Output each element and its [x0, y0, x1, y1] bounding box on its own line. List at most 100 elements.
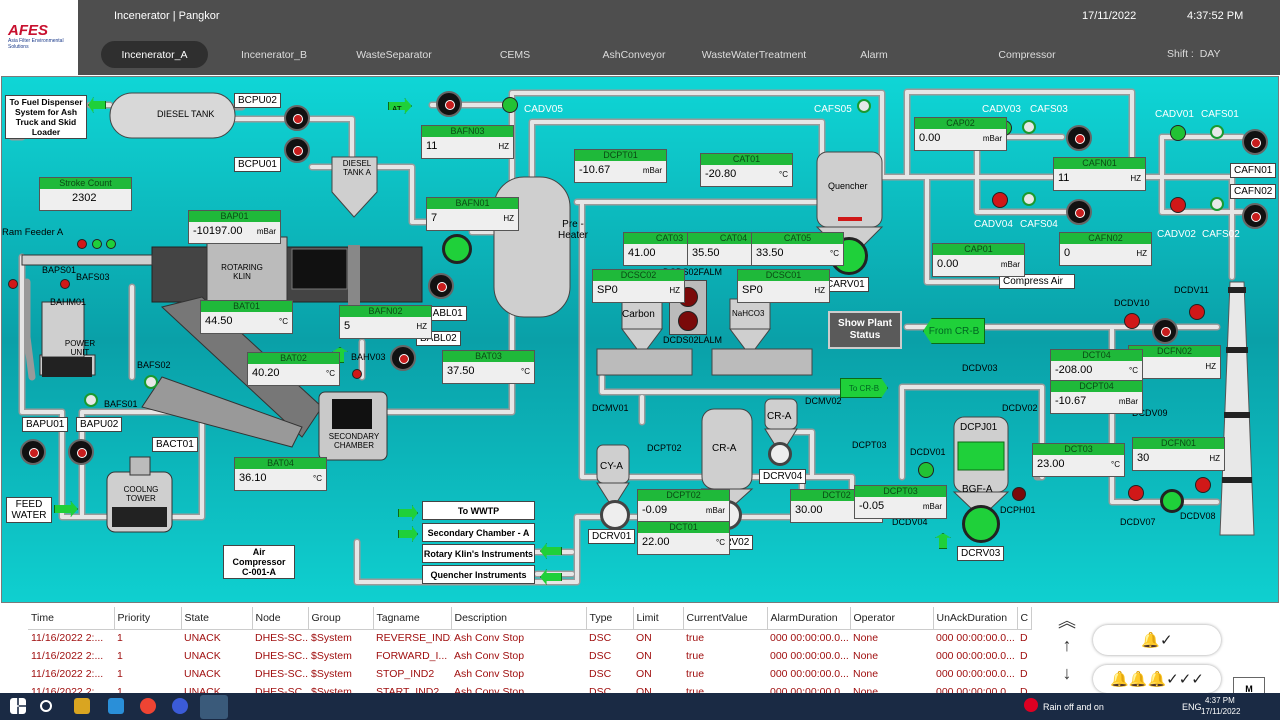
column-header[interactable]: C [1017, 607, 1032, 630]
gauge-unit: HZ [814, 286, 825, 295]
tab-waste-separator[interactable]: WasteSeparator [350, 41, 438, 68]
alarm-row[interactable]: 11/16/2022 2:... 1 UNACK DHES-SC... $System S… [28, 665, 1031, 683]
tag-bahm01: BAHM01 [50, 297, 87, 307]
gauge-tag: CAP01 [933, 244, 1024, 255]
column-header[interactable]: Tagname [373, 607, 452, 630]
gauge-tag: BAT02 [248, 353, 339, 364]
scroll-up-icon[interactable]: ↑ [1052, 635, 1082, 663]
rotary-kiln-label: ROTARING KLIN [221, 263, 263, 281]
tag-cafs01: CAFS01 [1201, 109, 1239, 120]
pump-bcpu02[interactable] [284, 105, 310, 131]
browser-icon[interactable] [172, 698, 188, 714]
language-indicator[interactable]: ENG [1182, 702, 1202, 712]
secondary-chamber-a-button[interactable]: Secondary Chamber - A [422, 523, 535, 542]
gauge-value: 0.00 [937, 258, 959, 270]
tag-baps01: BAPS01 [42, 265, 77, 275]
gauge-tag: CAT01 [701, 154, 792, 165]
valve-cadv02[interactable] [1170, 197, 1186, 213]
pump-bapu02[interactable] [68, 439, 94, 465]
search-icon[interactable] [40, 700, 52, 712]
alarm-cell: STOP_IND2 [376, 668, 435, 680]
fan-cafn01[interactable] [1066, 125, 1092, 151]
pump-bcpu01[interactable] [284, 137, 310, 163]
app-icon[interactable] [108, 698, 124, 714]
rotary-valve-dcrv04[interactable] [768, 442, 792, 466]
valve-cadv05[interactable] [502, 97, 518, 113]
gauge-tag: CAT05 [752, 233, 843, 244]
valve-cadv04[interactable] [992, 192, 1008, 208]
pump-bapu01[interactable] [20, 439, 46, 465]
column-header[interactable]: Operator [850, 607, 934, 630]
column-header[interactable]: Time [28, 607, 115, 630]
pump-bahv03[interactable] [390, 345, 416, 371]
column-header[interactable]: Node [252, 607, 309, 630]
valve-dcdv08[interactable] [1195, 477, 1211, 493]
fan-cafn01-right[interactable] [1242, 129, 1268, 155]
alarm-cell: true [686, 668, 705, 680]
fan-dcfn02[interactable] [1152, 318, 1178, 344]
scroll-top-icon[interactable]: ︽ [1052, 607, 1082, 635]
rotary-klin-instruments-button[interactable]: Rotary Klin's Instruments [422, 544, 535, 563]
alarm-row[interactable]: 11/16/2022 2:... 1 UNACK DHES-SC... $System F… [28, 647, 1031, 665]
column-header[interactable]: State [181, 607, 253, 630]
alarm-cell: D [1020, 668, 1028, 680]
tag-dcdv03: DCDV03 [962, 363, 998, 373]
alarm-cell: UNACK [184, 668, 221, 680]
chrome-icon[interactable] [140, 698, 156, 714]
tag-cafs05: CAFS05 [814, 104, 852, 115]
to-wwtp-button[interactable]: To WWTP [422, 501, 535, 520]
column-header[interactable]: Limit [633, 607, 684, 630]
ram-feeder-lamp-red [77, 239, 87, 249]
fan-babl01-green[interactable] [442, 234, 472, 264]
valve-dcdv07[interactable] [1128, 485, 1144, 501]
column-header[interactable]: AlarmDuration [767, 607, 851, 630]
tag-cadv03: CADV03 [982, 104, 1021, 115]
gauge-value: -20.80 [705, 168, 737, 180]
column-header[interactable]: CurrentValue [683, 607, 768, 630]
gauge-value: 41.00 [628, 247, 656, 259]
gauge-tag: BAT03 [443, 351, 534, 362]
alarm-cell: 11/16/2022 2:... [31, 632, 104, 645]
tag-dcrv04: DCRV04 [759, 469, 807, 484]
quencher-label: Quencher [828, 181, 868, 191]
fan-cafn02-right[interactable] [1242, 203, 1268, 229]
start-icon[interactable] [10, 698, 26, 714]
scroll-down-icon[interactable]: ↓ [1052, 663, 1082, 691]
tag-cadv04: CADV04 [974, 219, 1013, 230]
column-header[interactable]: Group [308, 607, 374, 630]
column-header[interactable]: Type [586, 607, 634, 630]
valve-dcdv11[interactable] [1189, 304, 1205, 320]
gauge-value: 36.10 [239, 472, 267, 484]
tab-compressor[interactable]: Compressor [992, 41, 1062, 68]
tab-wastewater-treatment[interactable]: WasteWaterTreatment [696, 41, 812, 68]
valve-dcdv01[interactable] [918, 462, 934, 478]
gauge-dct01: DCT01 22.00 °C [637, 521, 730, 555]
tab-incenerator-a[interactable]: Incenerator_A [101, 41, 208, 68]
fan-cafn02[interactable] [1066, 199, 1092, 225]
tab-cems[interactable]: CEMS [490, 41, 540, 68]
valve-dcdv10[interactable] [1124, 313, 1140, 329]
quencher-instruments-button[interactable]: Quencher Instruments [422, 565, 535, 584]
tab-ash-conveyor[interactable]: AshConveyor [598, 41, 670, 68]
fan-dcfn01[interactable] [1160, 489, 1184, 513]
alarm-row[interactable]: 11/16/2022 2:... 1 UNACK DHES-SC... $System R… [28, 629, 1031, 647]
alarm-cell: DHES-SC... [255, 650, 308, 662]
tab-incenerator-b[interactable]: Incenerator_B [232, 41, 316, 68]
column-header[interactable]: Description [451, 607, 587, 630]
scada-app-icon[interactable] [200, 695, 228, 719]
column-header[interactable]: Priority [114, 607, 182, 630]
pump-babl01[interactable] [428, 273, 454, 299]
ack-alarm-button[interactable]: 🔔✓ [1093, 625, 1221, 655]
gauge-unit: HZ [498, 142, 509, 151]
gauge-tag: CAFN01 [1054, 158, 1145, 169]
file-explorer-icon[interactable] [74, 698, 90, 714]
valve-cadv01[interactable] [1170, 125, 1186, 141]
fan-dcrv03[interactable] [962, 505, 1000, 543]
cy-a-label: CY-A [600, 461, 623, 472]
ack-all-alarms-button[interactable]: 🔔🔔🔔✓✓✓ [1093, 665, 1221, 693]
column-header[interactable]: UnAckDuration [933, 607, 1018, 630]
show-plant-status-button[interactable]: Show Plant Status [828, 311, 902, 349]
pump-at[interactable] [436, 91, 462, 117]
rotary-valve-dcrv01[interactable] [600, 500, 630, 530]
tab-alarm[interactable]: Alarm [850, 41, 898, 68]
